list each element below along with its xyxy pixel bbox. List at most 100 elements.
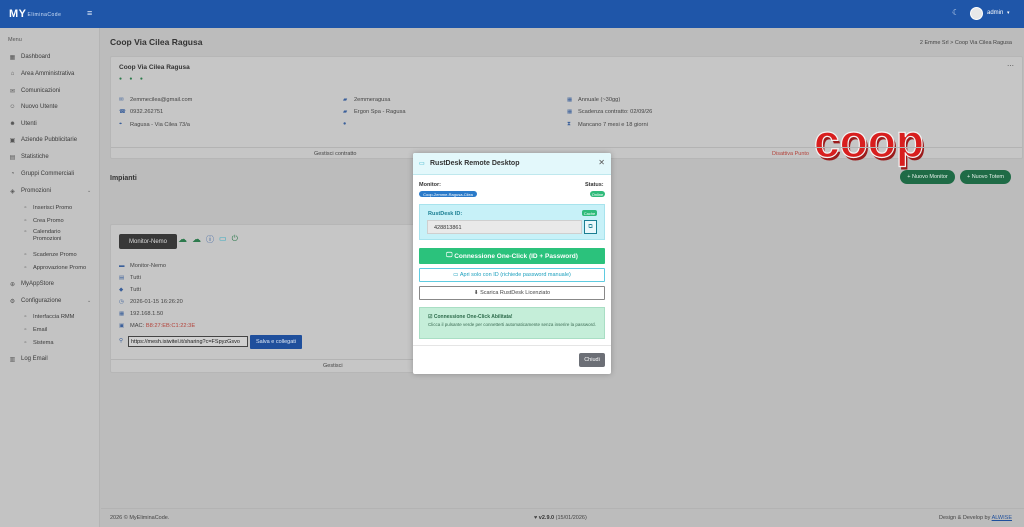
globe-icon-row: ● [343,121,354,127]
sidebar-item-nuovo-utente[interactable]: ☺ Nuovo Utente [8,101,57,113]
mail-icon: ✉ [119,97,124,103]
rustdesk-id-label: RustDesk ID: [428,211,463,217]
cloud-upload-icon[interactable]: ☁ [178,234,187,245]
company-code: ▰ 2emmeragusa [343,97,391,103]
cloud-download-icon[interactable]: ☁ [192,234,201,245]
desktop-icon: ▭ [419,161,425,167]
sidebar-item-approvazione[interactable]: ▫ Approvazione Promo [22,262,86,274]
sidebar-item-utenti[interactable]: ☻ Utenti [8,118,36,130]
download-icon: ⬇ [473,290,479,296]
deactivate-link[interactable]: Disattiva Punto [772,151,809,157]
mesh-url-input[interactable]: https://mesh.isiwitel.it/sharing?c=FSpyz… [128,336,248,347]
group-icon: ◔ [10,171,15,177]
app-logo[interactable]: MYEliminaCode [9,8,61,20]
sidebar-item-rmm[interactable]: ▫ Interfaccia RMM [22,311,74,323]
download-rustdesk-button[interactable]: ⬇ Scarica RustDesk Licenziato [419,286,605,300]
remote-desktop-icon[interactable]: ▭ [219,234,227,245]
status-label: Status: [585,182,604,188]
briefcase-icon: ▣ [9,137,16,144]
sidebar-item-scadenze[interactable]: ▫ Scadenze Promo [22,249,76,261]
building-icon: ⌂ [10,71,15,77]
sidebar-item-statistiche[interactable]: ▤ Statistiche [8,151,49,163]
one-click-info-alert: ☑ Connessione One-Click Abilitata! Clicc… [419,307,605,339]
plants-title: Impianti [110,175,137,182]
info-icon[interactable]: ⓘ [206,234,214,245]
close-button[interactable]: Chiudi [579,353,605,367]
folder-icon: ▰ [343,97,348,103]
dark-mode-icon[interactable]: ☾ [952,8,959,17]
copy-icon[interactable]: ⧉ [584,220,597,234]
modal-header: ▭ RustDesk Remote Desktop ✕ [413,153,611,175]
credit-link[interactable]: ALWISE [992,515,1012,521]
check-icon: ▫ [24,265,27,271]
monitor-line2: ◆ Tutti [119,287,141,293]
calendar-icon: ▦ [567,97,573,103]
check-icon: ☑ [428,314,433,320]
sidebar-item-comunicazioni[interactable]: ✉ Comunicazioni [8,85,60,97]
location-icon: ⌖ [119,121,123,127]
modal-title: RustDesk Remote Desktop [430,160,520,167]
modal-footer [413,345,611,346]
sidebar-item-inserisci-promo[interactable]: ▫ Inserisci Promo [22,202,72,214]
more-options-icon[interactable]: ⋯ [1007,62,1014,70]
manage-link[interactable]: Gestisci [323,363,343,369]
avatar[interactable] [970,7,983,20]
sidebar-item-promozioni[interactable]: ◈ Promozioni ⌄ [8,185,91,197]
new-monitor-button[interactable]: + Nuovo Monitor [900,170,955,184]
svg-text:coop: coop [814,117,924,167]
sidebar-item-calendario[interactable]: ▫ Calendario Promozioni [22,229,61,247]
store-address: ⌖ Ragusa - Via Cilea 73/a [119,121,190,128]
sidebar-item-aziende[interactable]: ▣ Aziende Pubblicitarie [8,134,77,146]
insert-icon: ▫ [24,205,27,211]
rmm-icon: ▫ [24,314,27,320]
monitor-card-footer: Gestisci [111,359,417,373]
sidebar-item-gruppi[interactable]: ◔ Gruppi Commerciali [8,168,74,180]
top-navbar: MYEliminaCode ≡ ☾ admin ▾ [0,0,1024,28]
manage-contract-link[interactable]: Gestisci contratto [314,151,357,157]
breadcrumb[interactable]: 2 Emme Srl > Coop Via Cilea Ragusa [920,40,1012,46]
phone-icon: ☎ [119,109,126,115]
sidebar-item-area-amministrativa[interactable]: ⌂ Area Amministrativa [8,68,75,80]
close-icon[interactable]: ✕ [598,158,605,167]
sidebar: Menu ▦ Dashboard ⌂ Area Amministrativa ✉ Co… [0,28,100,527]
menu-toggle-icon[interactable]: ≡ [87,8,92,18]
contract-expiry: ▦ Scadenza contratto: 02/09/26 [567,109,653,115]
system-icon: ▫ [24,340,27,346]
sidebar-item-configurazione[interactable]: ⚙ Configurazione ⌄ [8,295,91,307]
user-plus-icon: ☺ [9,104,16,110]
page-title: Coop Via Cilea Ragusa [110,37,203,47]
rustdesk-modal: ▭ RustDesk Remote Desktop ✕ Monitor: Coo… [413,153,611,374]
chevron-down-icon[interactable]: ▾ [1007,10,1010,16]
gear-icon: ⚙ [9,298,16,305]
save-connect-button[interactable]: Salva e collegati [250,335,302,349]
power-icon[interactable]: ⏻ [232,234,238,245]
monitor-name: ▬ Monitor-Nemo [119,263,167,269]
briefcase-icon: ▰ [343,109,348,115]
monitor-mac: ▣ MAC: B8:27:EB:C1:22:3E [119,323,196,329]
chevron-down-icon: ⌄ [87,188,92,194]
calendar-icon: ▦ [567,109,573,115]
sidebar-item-crea-promo[interactable]: ▫ Crea Promo [22,215,63,227]
status-icons: ● ● ● [119,76,146,82]
sidebar-item-dashboard[interactable]: ▦ Dashboard [8,51,51,63]
store-title: Coop Via Cilea Ragusa [119,64,190,71]
username-label[interactable]: admin [987,10,1003,16]
sidebar-item-email[interactable]: ▫ Email [22,324,47,336]
sidebar-item-sistema[interactable]: ▫ Sistema [22,337,53,349]
mail-icon: ▫ [24,327,27,333]
one-click-connect-button[interactable]: 🖵 Connessione One-Click (ID + Password) [419,248,605,264]
edit-icon: ▫ [24,218,27,224]
monitor-ip: ▦ 192.168.1.50 [119,311,164,317]
store-email: ✉ 2emmecilea@gmail.com [119,97,193,103]
new-totem-button[interactable]: + Nuovo Totem [960,170,1011,184]
network-icon: ▦ [119,311,125,317]
open-id-only-button[interactable]: ▭ Apri solo con ID (richiede password ma… [419,268,605,282]
rustdesk-id-field[interactable]: 428813861 [427,220,582,234]
credit: Design & Develop by ALWISE [939,515,1012,521]
sidebar-item-myappstore[interactable]: ⊕ MyAppStore [8,278,54,290]
agent: ▰ Ergon Spa - Ragusa [343,109,406,115]
remaining-time: ⧗ Mancano 7 mesi e 18 giorni [567,121,648,128]
sidebar-item-log-email[interactable]: ▥ Log Email [8,353,48,365]
tag-icon: ◆ [119,287,124,293]
log-icon: ▥ [9,356,16,363]
